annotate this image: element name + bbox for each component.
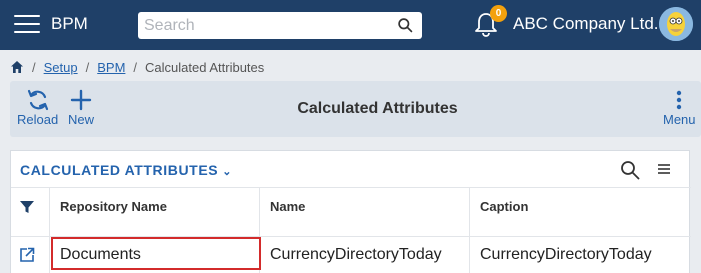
page-title: Calculated Attributes bbox=[297, 100, 458, 117]
kebab-menu-icon bbox=[677, 90, 682, 110]
search-icon[interactable] bbox=[397, 17, 414, 34]
hamburger-icon[interactable] bbox=[14, 15, 40, 35]
breadcrumb-separator: / bbox=[133, 59, 138, 75]
filter-icon[interactable] bbox=[19, 199, 35, 215]
search-box bbox=[138, 12, 422, 39]
avatar[interactable] bbox=[659, 7, 693, 41]
open-external-icon[interactable] bbox=[19, 247, 35, 263]
cell-caption[interactable]: CurrencyDirectoryToday bbox=[469, 237, 691, 273]
top-bar: BPM 0 ABC Company Ltd. bbox=[0, 0, 701, 50]
breadcrumb: / Setup / BPM / Calculated Attributes bbox=[10, 58, 264, 76]
panel-title-dropdown[interactable]: CALCULATED ATTRIBUTES ⌄ bbox=[20, 162, 232, 178]
app-title[interactable]: BPM bbox=[51, 14, 88, 34]
chevron-down-icon: ⌄ bbox=[222, 166, 233, 178]
search-input[interactable] bbox=[138, 12, 388, 39]
column-label: Caption bbox=[480, 199, 529, 214]
menu-label: Menu bbox=[663, 112, 696, 127]
breadcrumb-separator: / bbox=[32, 59, 36, 75]
new-label: New bbox=[68, 112, 95, 127]
column-header-repository-name[interactable]: Repository Name bbox=[49, 188, 259, 236]
breadcrumb-link-bpm[interactable]: BPM bbox=[97, 60, 125, 75]
menu-button[interactable]: Menu bbox=[663, 89, 696, 127]
notification-badge: 0 bbox=[490, 5, 507, 22]
highlight-box bbox=[51, 237, 261, 270]
cell-text: CurrencyDirectoryToday bbox=[480, 246, 652, 263]
column-label: Name bbox=[270, 199, 306, 214]
panel-header: CALCULATED ATTRIBUTES ⌄ bbox=[11, 151, 691, 187]
company-name[interactable]: ABC Company Ltd. bbox=[513, 14, 659, 34]
reload-label: Reload bbox=[17, 112, 59, 127]
list-menu-icon[interactable] bbox=[657, 162, 671, 176]
home-icon[interactable] bbox=[10, 60, 24, 74]
new-button[interactable]: New bbox=[68, 89, 94, 127]
cell-text: CurrencyDirectoryToday bbox=[270, 246, 442, 263]
column-header-name[interactable]: Name bbox=[259, 188, 469, 236]
reload-icon bbox=[27, 89, 48, 111]
column-label: Repository Name bbox=[60, 199, 167, 214]
breadcrumb-separator: / bbox=[85, 59, 90, 75]
cell-name[interactable]: CurrencyDirectoryToday bbox=[259, 237, 469, 273]
breadcrumb-link-setup[interactable]: Setup bbox=[44, 60, 78, 75]
panel-title: CALCULATED ATTRIBUTES bbox=[20, 162, 219, 178]
table-header-row: Repository Name Name Caption bbox=[11, 187, 691, 237]
reload-button[interactable]: Reload bbox=[17, 89, 58, 127]
breadcrumb-current: Calculated Attributes bbox=[145, 59, 265, 75]
plus-icon bbox=[70, 89, 92, 111]
column-header-caption[interactable]: Caption bbox=[469, 188, 691, 236]
toolbar: Reload New Calculated Attributes Menu bbox=[10, 81, 701, 137]
search-icon[interactable] bbox=[620, 160, 640, 180]
